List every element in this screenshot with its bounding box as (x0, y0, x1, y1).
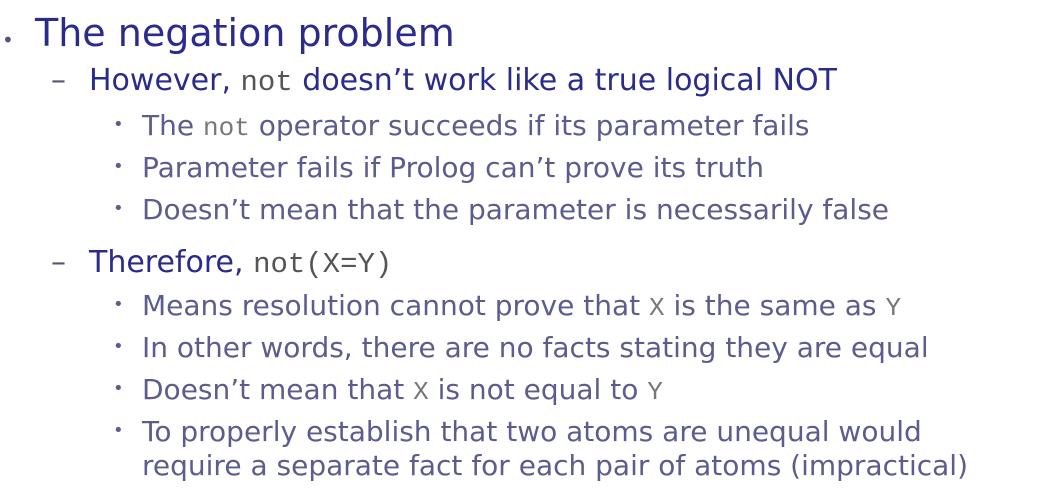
inline-code: X (649, 293, 665, 323)
section-2-prefix: Therefore, (89, 245, 254, 280)
slide-title: The negation problem (35, 11, 455, 55)
inline-code: X (413, 377, 429, 407)
inline-code: not (202, 113, 250, 143)
bullet-icon: • (113, 156, 124, 177)
bullet-icon: • (113, 198, 124, 219)
bullet-icon: • (2, 28, 14, 52)
bullet-icon: • (113, 114, 124, 135)
bullet-icon: • (113, 336, 124, 357)
dash-icon: – (51, 245, 66, 280)
section-1-prefix: However, (89, 63, 241, 98)
bullet-icon: • (113, 378, 124, 399)
section-1-suffix: doesn’t work like a true logical NOT (292, 63, 837, 98)
inline-code: Y (885, 293, 902, 323)
section-1-code: not (240, 66, 293, 99)
bullet-icon: • (113, 420, 124, 441)
slide: • The negation problem – However, not do… (2, 11, 969, 482)
dash-icon: – (51, 63, 66, 98)
inline-code: Y (647, 377, 663, 407)
bullet-icon: • (113, 294, 124, 315)
section-2-code: not(X=Y) (253, 248, 393, 281)
